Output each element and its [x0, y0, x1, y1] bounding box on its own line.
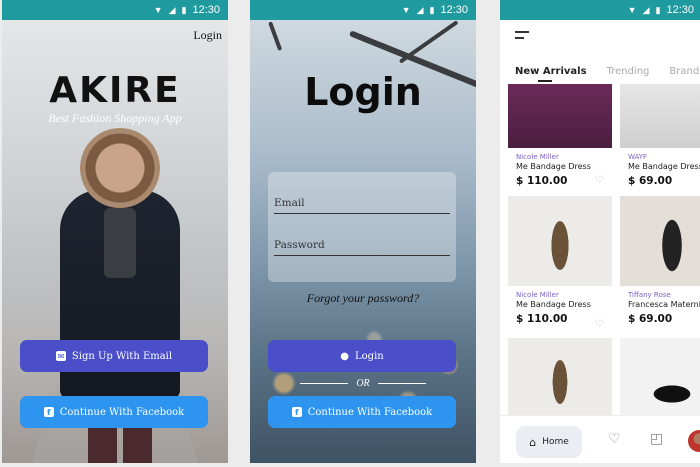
email-field[interactable]: Email [274, 184, 450, 214]
product-card[interactable]: Nicole Miller Me Bandage Dress $ 110.00 … [508, 148, 612, 188]
status-time: 12:30 [666, 4, 694, 16]
product-brand: Nicole Miller [516, 153, 559, 161]
signal-icon: ◢ [642, 4, 650, 15]
product-brand: Nicole Miller [516, 291, 559, 299]
product-image [620, 196, 700, 286]
active-tab-indicator [538, 80, 552, 82]
category-tabs: New Arrivals Trending Brands [515, 66, 700, 77]
battery-icon: ▮ [181, 4, 187, 15]
product-card[interactable] [620, 338, 700, 418]
home-icon: ⌂ [529, 435, 537, 449]
product-name: Me Bandage Dress [516, 300, 591, 309]
nav-home-label: Home [542, 437, 569, 447]
product-card[interactable]: Tiffany Rose Francesca Maternity $ 69.00… [620, 196, 700, 332]
product-card[interactable] [508, 338, 612, 418]
status-bar: ▼ ◢ ▮ 12:30 [2, 0, 228, 20]
avatar[interactable] [688, 430, 700, 452]
shop-screen: ▼ ◢ ▮ 12:30 New Arrivals Trending Brands… [500, 0, 700, 463]
tab-trending[interactable]: Trending [607, 66, 650, 77]
wifi-icon: ▼ [153, 5, 163, 15]
product-image [620, 338, 700, 418]
product-name: Me Bandage Dress [516, 162, 591, 171]
tab-brands[interactable]: Brands [669, 66, 700, 77]
continue-facebook-label: Continue With Facebook [59, 406, 185, 418]
or-divider: OR [300, 378, 426, 389]
signup-email-label: Sign Up With Email [71, 350, 173, 362]
app-tagline: Best Fashion Shopping App [48, 111, 182, 125]
product-card[interactable]: WAYF Me Bandage Dress $ 69.00 ♡ [620, 148, 700, 188]
or-label: OR [356, 378, 370, 389]
heart-icon[interactable]: ♡ [595, 319, 604, 330]
facebook-icon: f [43, 407, 54, 417]
product-image [508, 84, 612, 148]
page-title: Login [304, 70, 422, 114]
password-field[interactable]: Password [274, 226, 450, 256]
status-time: 12:30 [192, 4, 220, 16]
tab-new-arrivals[interactable]: New Arrivals [515, 66, 587, 77]
status-bar: ▼ ◢ ▮ 12:30 [500, 0, 700, 20]
continue-facebook-button[interactable]: f Continue With Facebook [20, 396, 208, 428]
bag-icon[interactable]: ◰ [650, 430, 663, 447]
heart-icon[interactable]: ♡ [595, 175, 604, 186]
login-button-label: Login [355, 350, 384, 362]
status-bar: ▼ ◢ ▮ 12:30 [250, 0, 476, 20]
login-button[interactable]: ● Login [268, 340, 456, 372]
product-image [620, 84, 700, 148]
product-image [508, 338, 612, 418]
nav-home[interactable]: ⌂ Home [516, 426, 582, 458]
continue-facebook-label: Continue With Facebook [307, 406, 433, 418]
product-price: $ 69.00 [628, 313, 673, 325]
login-screen: ▼ ◢ ▮ 12:30 Login Email Password Forgot … [250, 0, 476, 463]
email-placeholder: Email [274, 197, 305, 209]
login-link[interactable]: Login [193, 28, 222, 43]
product-name: Francesca Maternity [628, 300, 700, 309]
wifi-icon: ▼ [401, 5, 411, 15]
product-brand: Tiffany Rose [628, 291, 671, 299]
signup-email-button[interactable]: ✉ Sign Up With Email [20, 340, 208, 372]
app-logo-title: AKIRE [49, 70, 181, 111]
product-price: $ 69.00 [628, 175, 673, 187]
product-image [508, 196, 612, 286]
battery-icon: ▮ [655, 4, 661, 15]
status-time: 12:30 [440, 4, 468, 16]
menu-icon[interactable] [515, 31, 529, 43]
product-card[interactable] [508, 84, 612, 148]
login-form-card: Email Password [268, 172, 456, 282]
wifi-icon: ▼ [627, 5, 637, 15]
facebook-icon: f [291, 407, 302, 417]
product-card[interactable]: Nicole Miller Me Bandage Dress $ 110.00 … [508, 196, 612, 332]
battery-icon: ▮ [429, 4, 435, 15]
mail-icon: ✉ [55, 351, 66, 361]
product-name: Me Bandage Dress [628, 162, 700, 171]
user-icon: ● [340, 350, 350, 362]
continue-facebook-button[interactable]: f Continue With Facebook [268, 396, 456, 428]
bottom-navigation: ⌂ Home ♡ ◰ [500, 415, 700, 463]
password-placeholder: Password [274, 239, 325, 251]
heart-icon[interactable]: ♡ [608, 430, 621, 447]
forgot-password-link[interactable]: Forgot your password? [250, 291, 476, 306]
product-card[interactable] [620, 84, 700, 148]
signal-icon: ◢ [168, 4, 176, 15]
product-brand: WAYF [628, 153, 648, 161]
signal-icon: ◢ [416, 4, 424, 15]
welcome-screen: ▼ ◢ ▮ 12:30 Login AKIRE Best Fashion Sho… [2, 0, 228, 463]
